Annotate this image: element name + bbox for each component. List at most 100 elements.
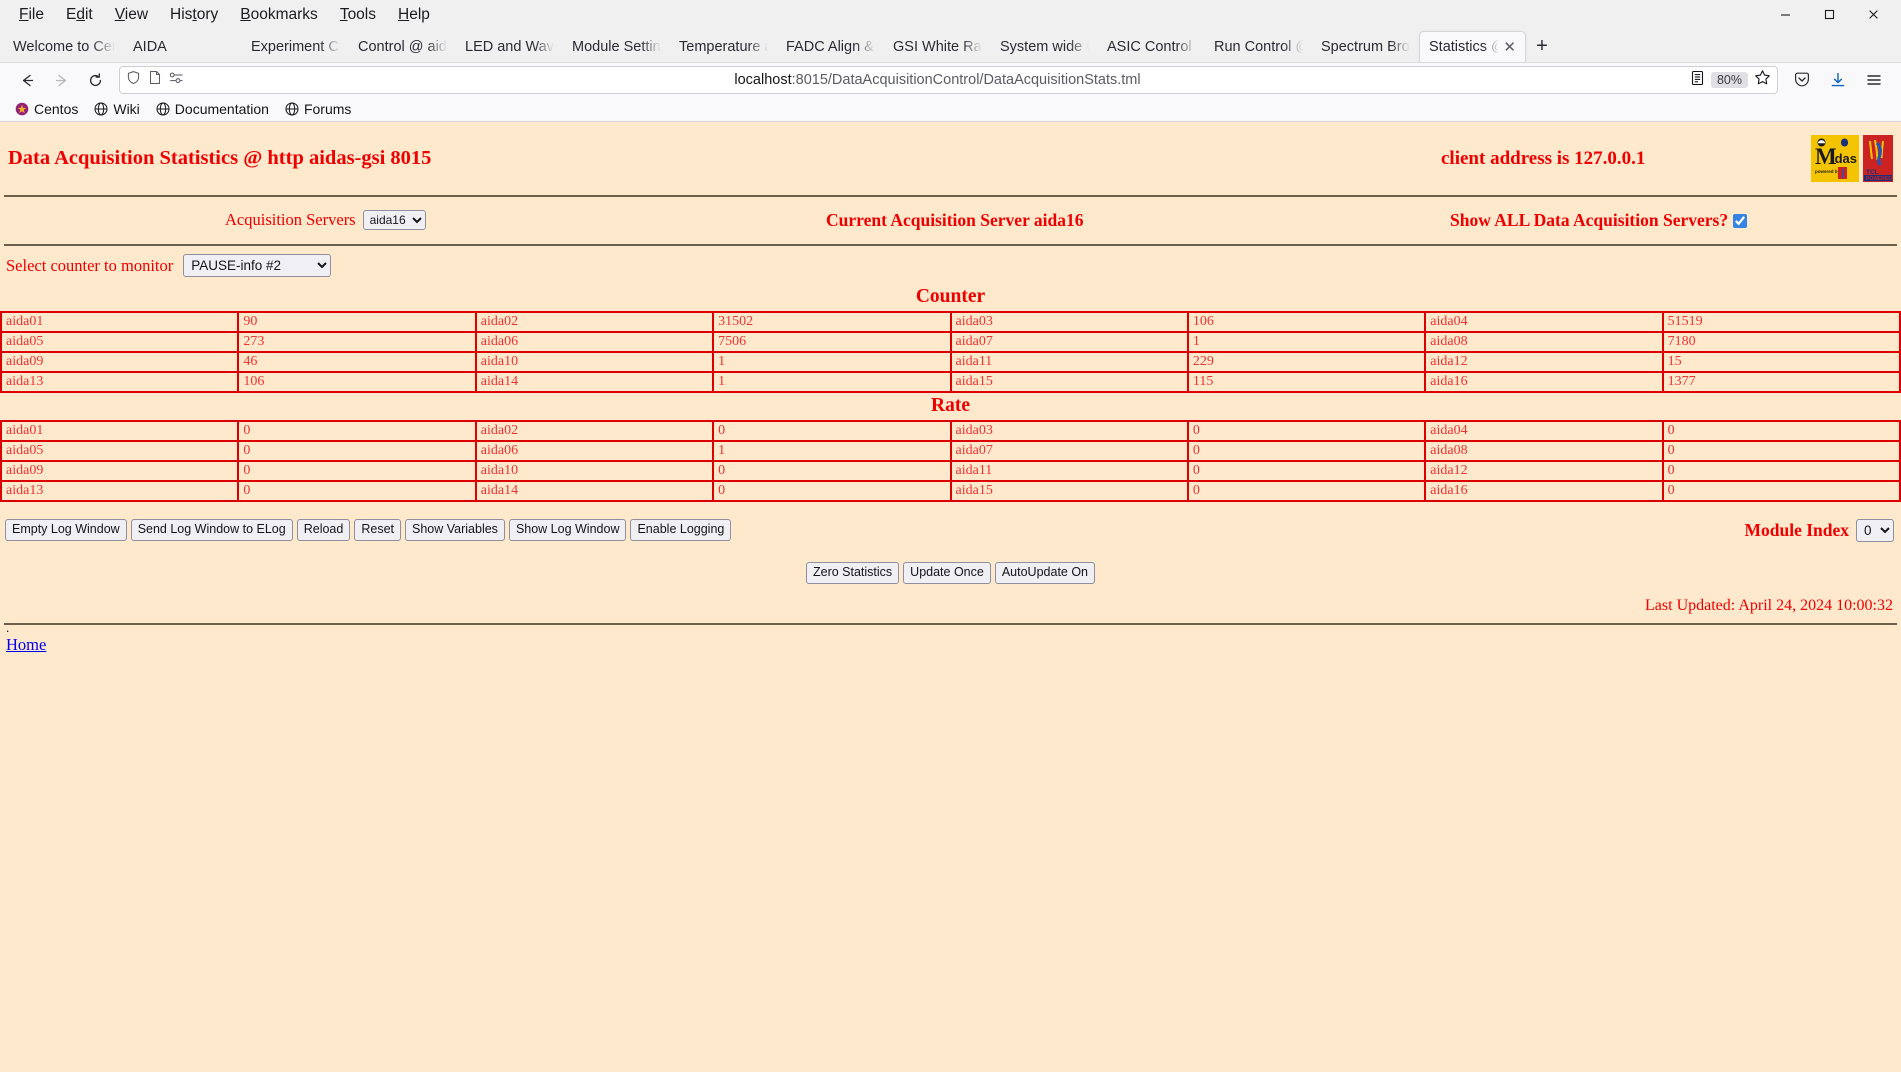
page-icon[interactable] [148, 70, 162, 90]
new-tab-button[interactable]: + [1526, 31, 1558, 62]
server-value-cell: 46 [237, 351, 477, 373]
bookmark-label: Wiki [113, 101, 140, 117]
tab-module-settings[interactable]: Module Settings Sum [563, 31, 670, 62]
url-text[interactable]: localhost:8015/DataAcquisitionControl/Da… [192, 72, 1683, 88]
address-bar-actions: 80% [1690, 69, 1771, 91]
tab-run-control[interactable]: Run Control @ aida [1205, 31, 1312, 62]
bookmark-forums[interactable]: Forums [278, 99, 358, 119]
module-index-select[interactable]: 0123 [1856, 519, 1894, 542]
button-empty-log-window[interactable]: Empty Log Window [5, 519, 127, 541]
bookmark-centos[interactable]: Centos [8, 99, 85, 119]
server-name-cell: aida13 [0, 480, 240, 502]
server-value-cell: 0 [237, 460, 477, 482]
permissions-icon[interactable] [169, 71, 185, 90]
minimize-icon[interactable] [1763, 0, 1807, 29]
button-show-log-window[interactable]: Show Log Window [508, 519, 627, 541]
tab-experiment-control[interactable]: Experiment Control @ aidas-gsi [242, 31, 349, 62]
counter-select[interactable]: PAUSE-info #1PAUSE-info #2PAUSE-info #3 [183, 254, 332, 277]
server-name-cell: aida03 [949, 311, 1189, 333]
rate-table: aida01 0 aida02 0 aida03 0 aida04 0 aida05 0 aida0… [0, 420, 1901, 502]
button-reload[interactable]: Reload [296, 519, 351, 541]
server-name-cell: aida01 [0, 311, 240, 333]
tab-close-icon[interactable]: ✕ [1503, 38, 1516, 56]
downloads-icon[interactable] [1821, 65, 1855, 95]
url-path: :8015/DataAcquisitionControl/DataAcquisi… [791, 72, 1141, 88]
server-name-cell: aida09 [0, 460, 240, 482]
home-link[interactable]: Home [6, 635, 46, 655]
button-autoupdate-on[interactable]: AutoUpdate On [994, 562, 1096, 584]
server-name-cell: aida05 [0, 440, 240, 462]
server-value-cell: 1 [712, 371, 952, 393]
menu-tools[interactable]: Tools [329, 3, 387, 27]
tab-led-and-waveform[interactable]: LED and Waveform [456, 31, 563, 62]
table-row: aida01 90 aida02 31502 aida03 106 aida04 51519 [0, 311, 1901, 333]
maximize-icon[interactable] [1807, 0, 1851, 29]
table-row: aida13 106 aida14 1 aida15 115 aida16 1377 [0, 371, 1901, 393]
reader-mode-icon[interactable] [1690, 70, 1705, 91]
menu-history[interactable]: History [159, 3, 229, 27]
forward-icon[interactable] [44, 65, 78, 95]
tab-temperature[interactable]: Temperature and Vo [670, 31, 777, 62]
reload-icon[interactable] [78, 65, 112, 95]
server-name-cell: aida14 [474, 371, 715, 393]
acquisition-servers-label: Acquisition Servers [225, 210, 356, 229]
tab-asic-control[interactable]: ASIC Control @ aid [1098, 31, 1205, 62]
tab-fadc-align[interactable]: FADC Align & Correl [777, 31, 884, 62]
menu-edit[interactable]: Edit [55, 3, 104, 27]
bookmark-documentation[interactable]: Documentation [149, 99, 276, 119]
menu-bookmarks[interactable]: Bookmarks [229, 3, 329, 27]
acquisition-servers-group: Acquisition Servers aida01aida02aida03ai… [225, 210, 426, 230]
button-zero-statistics[interactable]: Zero Statistics [805, 562, 900, 584]
button-send-log-window-to-elog[interactable]: Send Log Window to ELog [130, 519, 293, 541]
menu-help[interactable]: Help [387, 3, 441, 27]
button-update-once[interactable]: Update Once [903, 562, 991, 584]
menu-view[interactable]: View [104, 3, 159, 27]
zoom-level-indicator[interactable]: 80% [1710, 72, 1748, 88]
server-value-cell: 115 [1186, 371, 1427, 393]
close-icon[interactable] [1851, 0, 1895, 29]
server-name-cell: aida06 [474, 331, 715, 353]
server-value-cell: 0 [237, 480, 477, 502]
tab-welcome-to-centos[interactable]: Welcome to CentOS [4, 31, 124, 62]
tab-control[interactable]: Control @ aidas-gsi [349, 31, 456, 62]
center-button-group: Zero Statistics Update Once AutoUpdate On [0, 562, 1901, 584]
menu-bar: File Edit View History Bookmarks Tools H… [0, 0, 1901, 29]
server-name-cell: aida11 [949, 460, 1189, 482]
table-row: aida09 46 aida10 1 aida11 229 aida12 15 [0, 351, 1901, 373]
tab-aida[interactable]: AIDA [124, 31, 242, 62]
back-icon[interactable] [10, 65, 44, 95]
tab-spectrum-browser[interactable]: Spectrum Browser [1312, 31, 1419, 62]
server-name-cell: aida09 [0, 351, 240, 373]
table-row: aida09 0 aida10 0 aida11 0 aida12 0 [0, 460, 1901, 482]
bookmark-label: Centos [34, 101, 79, 117]
button-reset[interactable]: Reset [354, 519, 401, 541]
server-value-cell: 106 [237, 371, 477, 393]
tab-gsi-white-rabbit[interactable]: GSI White Rabbit [884, 31, 991, 62]
menu-file[interactable]: File [8, 3, 55, 27]
pocket-save-icon[interactable] [1785, 65, 1819, 95]
tab-statistics[interactable]: Statistics @ aidas ✕ [1419, 31, 1526, 62]
counter-select-row: Select counter to monitor PAUSE-info #1P… [0, 246, 1901, 284]
shield-icon[interactable] [126, 70, 141, 90]
address-bar[interactable]: localhost:8015/DataAcquisitionControl/Da… [119, 66, 1778, 94]
tab-system-wide-checks[interactable]: System wide Checks [991, 31, 1098, 62]
app-menu-icon[interactable] [1857, 65, 1891, 95]
svg-text:POWERED: POWERED [1866, 176, 1892, 182]
svg-text:idas: idas [1831, 151, 1857, 166]
server-name-cell: aida16 [1424, 480, 1664, 502]
server-name-cell: aida16 [1424, 371, 1664, 393]
globe-icon [156, 102, 170, 116]
server-name-cell: aida03 [949, 420, 1189, 442]
bookmark-wiki[interactable]: Wiki [87, 99, 146, 119]
bookmark-star-icon[interactable] [1754, 69, 1771, 91]
bookmarks-bar: Centos Wiki Documentation Forums [0, 97, 1901, 122]
show-all-servers-checkbox[interactable] [1733, 213, 1748, 228]
button-show-variables[interactable]: Show Variables [405, 519, 505, 541]
action-buttons-row: Empty Log Window Send Log Window to ELog R… [0, 516, 1901, 549]
rate-table-title: Rate [931, 395, 970, 416]
counter-select-label: Select counter to monitor [6, 255, 174, 275]
button-enable-logging[interactable]: Enable Logging [630, 519, 732, 541]
server-value-cell: 0 [712, 480, 952, 502]
server-name-cell: aida05 [0, 331, 240, 353]
acquisition-server-select[interactable]: aida01aida02aida03aida04aida05aida06aida… [362, 210, 426, 230]
